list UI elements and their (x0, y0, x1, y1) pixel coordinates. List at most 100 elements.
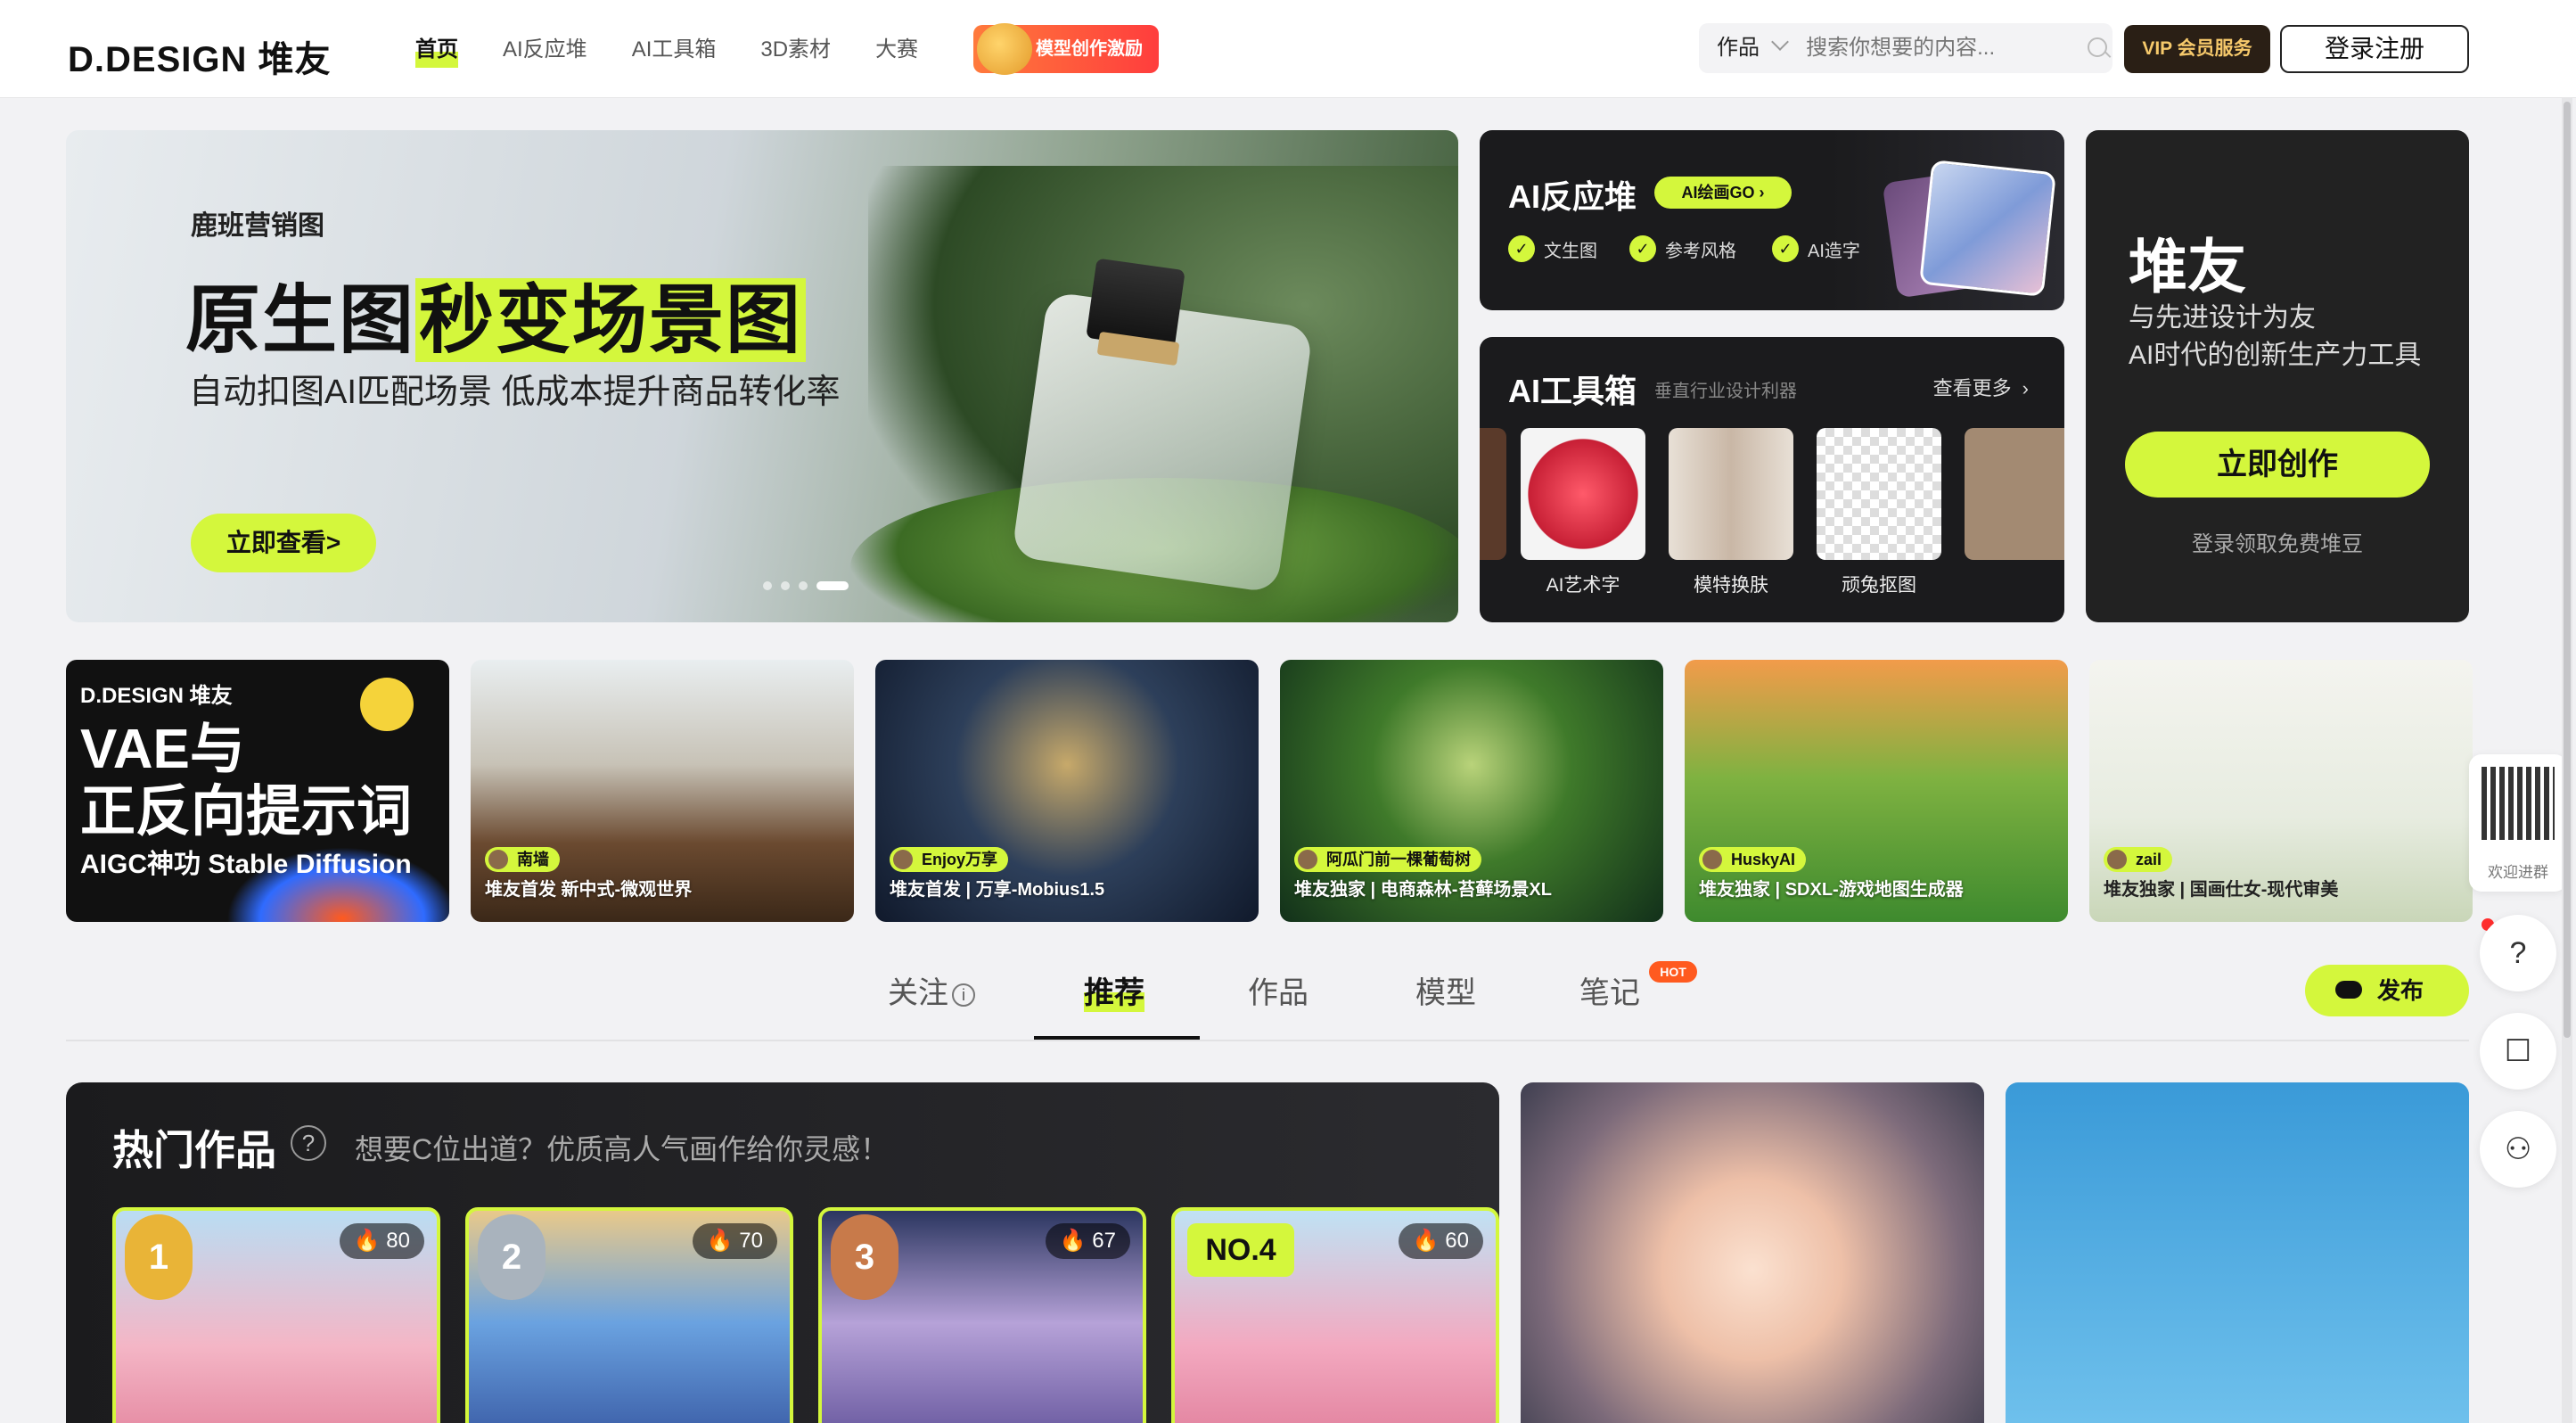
nav-ai-toolbox[interactable]: AI工具箱 (632, 32, 717, 68)
work-card-sky[interactable] (2006, 1082, 2469, 1423)
create-now-button[interactable]: 立即创作 (2125, 432, 2430, 498)
author-tag: zail (2104, 847, 2173, 872)
feature-thumb-vae[interactable]: D.DESIGN 堆友 VAE与 正反向提示词 AIGC神功 Stable Dif… (66, 660, 449, 922)
tool-cutout[interactable]: 顽兔抠图 (1817, 428, 1941, 597)
toolbox-row: AI艺术字 模特换肤 顽兔抠图 (1480, 428, 2064, 597)
tool-partial-left[interactable] (1480, 428, 1506, 560)
tab-models[interactable]: 模型 (1415, 968, 1476, 1012)
banner-view-button[interactable]: 立即查看> (191, 514, 376, 572)
tool-ai-art-text[interactable]: AI艺术字 (1521, 428, 1645, 597)
hot-work-card[interactable]: NO.4 🔥 60 (1171, 1207, 1499, 1423)
tab-follow[interactable]: 关注 i (888, 968, 975, 1012)
tool-thumbnail (1480, 428, 1506, 560)
thumb-caption: 堆友首发 新中式-微观世界 (485, 880, 693, 900)
hot-works-title: 热门作品 (112, 1127, 276, 1173)
nav-contest[interactable]: 大赛 (875, 32, 918, 68)
nav-3d-assets[interactable]: 3D素材 (760, 32, 831, 68)
carousel-dots (763, 581, 849, 590)
top-header: D.DESIGN 堆友 首页 AI反应堆 AI工具箱 3D素材 大赛 模型创作激… (0, 0, 2576, 98)
heat-value: 60 (1445, 1229, 1469, 1253)
banner-description: 自动扣图AI匹配场景 低成本提升商品转化率 (189, 374, 841, 411)
tool-label: AI艺术字 (1546, 575, 1620, 596)
ai-art-preview (1882, 157, 2056, 299)
nav-ai-reactor[interactable]: AI反应堆 (503, 32, 587, 68)
tab-works[interactable]: 作品 (1248, 968, 1309, 1012)
feature-thumb[interactable]: HuskyAI 堆友独家 | SDXL-游戏地图生成器 (1685, 660, 2068, 922)
hot-work-card[interactable]: 1 🔥 80 (112, 1207, 440, 1423)
model-incentive-label: 模型创作激励 (1036, 39, 1143, 59)
rank-four-badge: NO.4 (1187, 1223, 1294, 1277)
feature-text-to-image[interactable]: ✓ 文生图 (1508, 235, 1597, 262)
model-incentive-badge[interactable]: 模型创作激励 (973, 23, 1159, 75)
feature-ai-font[interactable]: ✓ AI造字 (1772, 235, 1860, 262)
info-icon: i (952, 983, 975, 1008)
thumb-caption: 堆友独家 | 国画仕女-现代审美 (2104, 880, 2339, 900)
carousel-dot[interactable] (781, 581, 790, 590)
site-logo[interactable]: D.DESIGN 堆友 (68, 30, 331, 82)
author-tag: 南墙 (485, 847, 560, 872)
promo-line: 与先进设计为友 (2129, 303, 2316, 333)
toolbox-title: AI工具箱 (1508, 373, 1637, 409)
thumb-headline: VAE与 正反向提示词 (80, 719, 412, 843)
heat-value: 80 (386, 1229, 410, 1253)
hot-work-card[interactable]: 3 🔥 67 (818, 1207, 1146, 1423)
ai-reactor-card[interactable]: AI反应堆 AI绘画GO › ✓ 文生图 ✓ 参考风格 ✓ AI造字 (1480, 130, 2064, 310)
hot-works-section: 热门作品 ? 想要C位出道？优质高人气画作给你灵感！ 1 🔥 80 2 🔥 70 3… (66, 1082, 1499, 1423)
tab-notes[interactable]: 笔记 (1579, 968, 1640, 1012)
search-input[interactable] (1806, 23, 2083, 73)
tool-model-skin[interactable]: 模特换肤 (1669, 428, 1793, 597)
tool-label: 模特换肤 (1694, 575, 1768, 596)
hero-banner[interactable]: 鹿班营销图 原生图秒变场景图 自动扣图AI匹配场景 低成本提升商品转化率 立即查… (66, 130, 1458, 622)
group-qr-widget[interactable]: 欢迎进群 (2469, 754, 2567, 892)
publish-button[interactable]: 发布 (2305, 965, 2469, 1016)
trophy-icon (977, 23, 1032, 75)
check-icon: ✓ (1772, 235, 1799, 262)
community-button[interactable]: ⚇ (2480, 1111, 2556, 1188)
silver-medal-icon: 2 (478, 1214, 546, 1300)
hot-work-card[interactable]: 2 🔥 70 (465, 1207, 793, 1423)
feature-thumb[interactable]: 南墙堆友首发 新中式-微观世界 (471, 660, 854, 922)
nav-home[interactable]: 首页 (415, 32, 458, 68)
search-bar: 作品 (1699, 23, 2112, 73)
carousel-dot-active[interactable] (816, 581, 849, 590)
thumb-headline-line: 正反向提示词 (80, 781, 413, 843)
promo-line: AI时代的创新生产力工具 (2129, 341, 2422, 370)
tool-thumbnail (1965, 428, 2064, 560)
gold-medal-icon: 1 (125, 1214, 193, 1300)
page-scrollbar[interactable] (2562, 98, 2572, 1423)
bronze-medal-icon: 3 (831, 1214, 898, 1300)
search-scope-select[interactable]: 作品 (1699, 23, 1806, 73)
feature-thumb[interactable]: 阿瓜门前一棵葡萄树 堆友独家 | 电商森林-苔藓场景XL (1280, 660, 1663, 922)
carousel-dot[interactable] (799, 581, 808, 590)
scrollbar-thumb[interactable] (2564, 102, 2571, 1038)
hot-works-subtitle: 想要C位出道？优质高人气画作给你灵感！ (355, 1133, 890, 1165)
search-icon[interactable] (2082, 23, 2112, 73)
login-register-button[interactable]: 登录注册 (2280, 25, 2469, 73)
work-card-portrait[interactable] (1521, 1082, 1984, 1423)
ai-paint-go-button[interactable]: AI绘画GO › (1654, 177, 1792, 209)
help-question-icon[interactable]: ? (291, 1125, 326, 1161)
vip-button[interactable]: VIP 会员服务 (2124, 25, 2270, 73)
qr-code-icon (2482, 767, 2555, 840)
tool-thumbnail (1817, 428, 1941, 560)
feature-reference-style[interactable]: ✓ 参考风格 (1629, 235, 1736, 262)
toolbox-more-link[interactable]: 查看更多 (1933, 373, 2029, 401)
thumb-headline-line: VAE与 (80, 719, 245, 780)
heat-value: 67 (1092, 1229, 1116, 1253)
feature-thumb[interactable]: Enjoy万享堆友首发 | 万享-Mobius1.5 (875, 660, 1259, 922)
heat-count: 🔥 67 (1045, 1223, 1130, 1259)
toolbox-subtitle: 垂直行业设计利器 (1654, 382, 1797, 401)
tab-recommended[interactable]: 推荐 (1084, 968, 1144, 1012)
author-tag: Enjoy万享 (890, 847, 1009, 872)
help-button[interactable]: ? (2480, 915, 2556, 991)
search-scope-value: 作品 (1717, 36, 1760, 60)
tool-thumbnail (1521, 428, 1645, 560)
tool-partial-right[interactable] (1965, 428, 2064, 560)
feature-thumb[interactable]: zail 堆友独家 | 国画仕女-现代审美 (2089, 660, 2473, 922)
feedback-button[interactable]: ☐ (2480, 1013, 2556, 1090)
tabs-divider (66, 1040, 2469, 1041)
preview-card-front (1919, 160, 2056, 297)
carousel-dot[interactable] (763, 581, 772, 590)
thumb-caption: 堆友首发 | 万享-Mobius1.5 (890, 880, 1105, 900)
free-beans-link[interactable]: 登录领取免费堆豆 (2086, 526, 2469, 557)
